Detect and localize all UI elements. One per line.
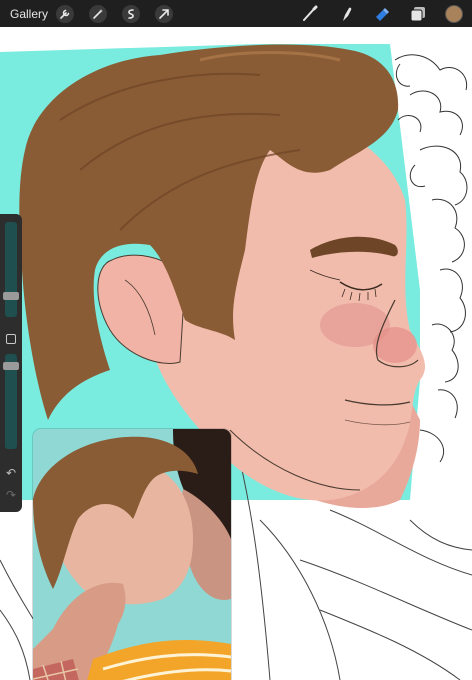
smudge-icon xyxy=(343,7,352,21)
top-toolbar: Gallery xyxy=(0,0,472,27)
redo-icon[interactable]: ↷ xyxy=(4,488,18,502)
opacity-slider[interactable] xyxy=(3,354,19,449)
color-button[interactable] xyxy=(444,4,464,24)
brush-icon xyxy=(303,5,318,21)
wrench-icon xyxy=(60,9,70,19)
brush-size-slider[interactable] xyxy=(3,222,19,317)
reference-photo-window[interactable] xyxy=(33,429,231,680)
magic-wand-icon xyxy=(93,8,104,19)
selection-button[interactable] xyxy=(122,4,141,23)
brush-size-thumb[interactable] xyxy=(3,292,19,300)
drawing-canvas[interactable]: ↶ ↷ xyxy=(0,27,472,680)
adjustments-button[interactable] xyxy=(89,4,108,23)
gallery-button[interactable]: Gallery xyxy=(10,7,48,21)
brush-button[interactable] xyxy=(300,4,320,24)
right-tools xyxy=(300,0,472,27)
eraser-icon xyxy=(376,7,389,21)
brush-sidebar: ↶ ↷ xyxy=(0,214,22,512)
smudge-button[interactable] xyxy=(336,4,356,24)
selection-icon xyxy=(128,8,134,19)
opacity-thumb[interactable] xyxy=(3,362,19,370)
nose-tip xyxy=(373,327,417,363)
undo-icon[interactable]: ↶ xyxy=(4,466,18,480)
transform-button[interactable] xyxy=(155,4,174,23)
eraser-button[interactable] xyxy=(372,4,392,24)
modify-square-icon[interactable] xyxy=(6,334,16,344)
layers-button[interactable] xyxy=(408,4,428,24)
current-color-swatch xyxy=(445,4,463,23)
reference-photo xyxy=(33,429,231,680)
layers-icon xyxy=(410,6,425,21)
actions-button[interactable] xyxy=(56,4,75,23)
transform-arrow-icon xyxy=(159,8,169,19)
